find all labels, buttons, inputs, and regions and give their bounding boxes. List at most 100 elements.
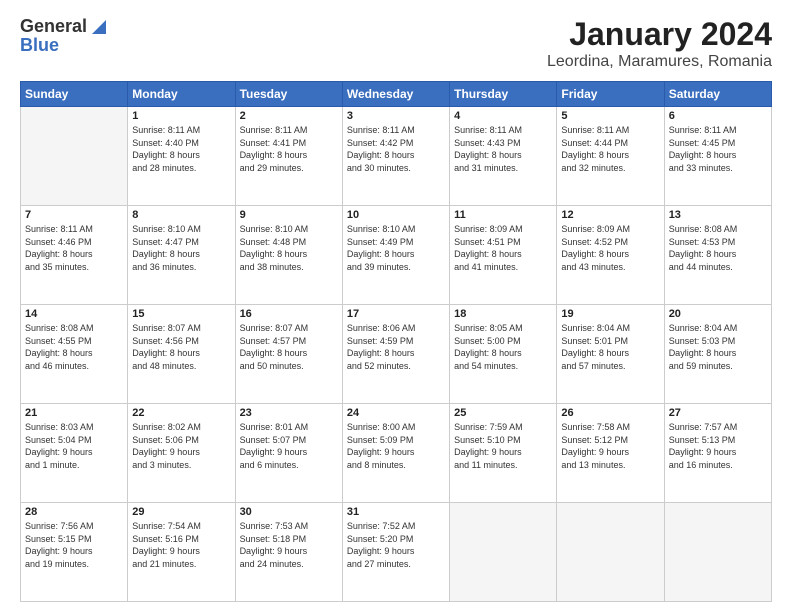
day-number: 8: [132, 209, 230, 221]
day-number: 4: [454, 110, 552, 122]
table-row: 2 Sunrise: 8:11 AM Sunset: 4:41 PM Daylig…: [235, 107, 342, 206]
day-number: 12: [561, 209, 659, 221]
day-info: Sunrise: 7:59 AM Sunset: 5:10 PM Dayligh…: [454, 421, 552, 471]
day-number: 16: [240, 308, 338, 320]
day-info: Sunrise: 8:02 AM Sunset: 5:06 PM Dayligh…: [132, 421, 230, 471]
day-number: 11: [454, 209, 552, 221]
table-row: [450, 503, 557, 602]
header: General Blue January 2024 Leordina, Mara…: [20, 16, 772, 71]
table-row: 13 Sunrise: 8:08 AM Sunset: 4:53 PM Dayli…: [664, 206, 771, 305]
table-row: 15 Sunrise: 8:07 AM Sunset: 4:56 PM Dayli…: [128, 305, 235, 404]
day-number: 30: [240, 506, 338, 518]
day-number: 23: [240, 407, 338, 419]
page: General Blue January 2024 Leordina, Mara…: [0, 0, 792, 612]
day-number: 2: [240, 110, 338, 122]
day-info: Sunrise: 7:56 AM Sunset: 5:15 PM Dayligh…: [25, 520, 123, 570]
day-number: 18: [454, 308, 552, 320]
day-number: 13: [669, 209, 767, 221]
day-number: 14: [25, 308, 123, 320]
table-row: 26Sunrise: 7:58 AM Sunset: 5:12 PM Dayli…: [557, 404, 664, 503]
table-row: 10 Sunrise: 8:10 AM Sunset: 4:49 PM Dayli…: [342, 206, 449, 305]
day-number: 1: [132, 110, 230, 122]
day-number: 22: [132, 407, 230, 419]
day-info: Sunrise: 8:10 AM Sunset: 4:48 PM Dayligh…: [240, 223, 338, 273]
day-info: Sunrise: 8:01 AM Sunset: 5:07 PM Dayligh…: [240, 421, 338, 471]
day-info: Sunrise: 7:52 AM Sunset: 5:20 PM Dayligh…: [347, 520, 445, 570]
day-info: Sunrise: 8:04 AM Sunset: 5:01 PM Dayligh…: [561, 322, 659, 372]
day-number: 17: [347, 308, 445, 320]
table-row: 18 Sunrise: 8:05 AM Sunset: 5:00 PM Dayli…: [450, 305, 557, 404]
day-info: Sunrise: 7:54 AM Sunset: 5:16 PM Dayligh…: [132, 520, 230, 570]
table-row: 11 Sunrise: 8:09 AM Sunset: 4:51 PM Dayli…: [450, 206, 557, 305]
day-number: 7: [25, 209, 123, 221]
table-row: 31 Sunrise: 7:52 AM Sunset: 5:20 PM Dayli…: [342, 503, 449, 602]
logo-triangle-icon: [88, 20, 106, 36]
table-row: 14 Sunrise: 8:08 AM Sunset: 4:55 PM Dayli…: [21, 305, 128, 404]
day-number: 21: [25, 407, 123, 419]
table-row: 3 Sunrise: 8:11 AM Sunset: 4:42 PM Daylig…: [342, 107, 449, 206]
day-number: 3: [347, 110, 445, 122]
col-wednesday: Wednesday: [342, 82, 449, 107]
table-row: 22 Sunrise: 8:02 AM Sunset: 5:06 PM Dayli…: [128, 404, 235, 503]
day-info: Sunrise: 8:07 AM Sunset: 4:57 PM Dayligh…: [240, 322, 338, 372]
day-info: Sunrise: 8:11 AM Sunset: 4:41 PM Dayligh…: [240, 124, 338, 174]
table-row: 8Sunrise: 8:10 AM Sunset: 4:47 PM Daylig…: [128, 206, 235, 305]
day-number: 6: [669, 110, 767, 122]
day-info: Sunrise: 7:53 AM Sunset: 5:18 PM Dayligh…: [240, 520, 338, 570]
day-number: 5: [561, 110, 659, 122]
table-row: 30 Sunrise: 7:53 AM Sunset: 5:18 PM Dayli…: [235, 503, 342, 602]
day-number: 31: [347, 506, 445, 518]
calendar-week-row: 14 Sunrise: 8:08 AM Sunset: 4:55 PM Dayli…: [21, 305, 772, 404]
table-row: 25 Sunrise: 7:59 AM Sunset: 5:10 PM Dayli…: [450, 404, 557, 503]
table-row: 19Sunrise: 8:04 AM Sunset: 5:01 PM Dayli…: [557, 305, 664, 404]
day-info: Sunrise: 8:11 AM Sunset: 4:46 PM Dayligh…: [25, 223, 123, 273]
table-row: 7 Sunrise: 8:11 AM Sunset: 4:46 PM Daylig…: [21, 206, 128, 305]
day-info: Sunrise: 8:03 AM Sunset: 5:04 PM Dayligh…: [25, 421, 123, 471]
table-row: 17 Sunrise: 8:06 AM Sunset: 4:59 PM Dayli…: [342, 305, 449, 404]
logo-blue-text: Blue: [20, 35, 59, 56]
day-info: Sunrise: 8:11 AM Sunset: 4:40 PM Dayligh…: [132, 124, 230, 174]
col-tuesday: Tuesday: [235, 82, 342, 107]
day-number: 9: [240, 209, 338, 221]
day-info: Sunrise: 8:05 AM Sunset: 5:00 PM Dayligh…: [454, 322, 552, 372]
day-info: Sunrise: 8:09 AM Sunset: 4:51 PM Dayligh…: [454, 223, 552, 273]
day-info: Sunrise: 8:08 AM Sunset: 4:55 PM Dayligh…: [25, 322, 123, 372]
calendar-week-row: 28Sunrise: 7:56 AM Sunset: 5:15 PM Dayli…: [21, 503, 772, 602]
table-row: 27 Sunrise: 7:57 AM Sunset: 5:13 PM Dayli…: [664, 404, 771, 503]
day-info: Sunrise: 8:11 AM Sunset: 4:43 PM Dayligh…: [454, 124, 552, 174]
table-row: 28Sunrise: 7:56 AM Sunset: 5:15 PM Dayli…: [21, 503, 128, 602]
day-number: 25: [454, 407, 552, 419]
day-number: 15: [132, 308, 230, 320]
table-row: 1 Sunrise: 8:11 AM Sunset: 4:40 PM Daylig…: [128, 107, 235, 206]
col-thursday: Thursday: [450, 82, 557, 107]
col-sunday: Sunday: [21, 82, 128, 107]
table-row: [21, 107, 128, 206]
day-info: Sunrise: 8:11 AM Sunset: 4:42 PM Dayligh…: [347, 124, 445, 174]
table-row: 9 Sunrise: 8:10 AM Sunset: 4:48 PM Daylig…: [235, 206, 342, 305]
title-block: January 2024 Leordina, Maramures, Romani…: [547, 16, 772, 71]
day-info: Sunrise: 8:08 AM Sunset: 4:53 PM Dayligh…: [669, 223, 767, 273]
day-number: 10: [347, 209, 445, 221]
calendar-title: January 2024: [547, 16, 772, 53]
day-info: Sunrise: 8:07 AM Sunset: 4:56 PM Dayligh…: [132, 322, 230, 372]
col-friday: Friday: [557, 82, 664, 107]
table-row: 16 Sunrise: 8:07 AM Sunset: 4:57 PM Dayli…: [235, 305, 342, 404]
day-info: Sunrise: 7:57 AM Sunset: 5:13 PM Dayligh…: [669, 421, 767, 471]
calendar-header-row: Sunday Monday Tuesday Wednesday Thursday…: [21, 82, 772, 107]
day-number: 24: [347, 407, 445, 419]
day-number: 27: [669, 407, 767, 419]
table-row: 24 Sunrise: 8:00 AM Sunset: 5:09 PM Dayli…: [342, 404, 449, 503]
calendar-table: Sunday Monday Tuesday Wednesday Thursday…: [20, 81, 772, 602]
calendar-week-row: 21 Sunrise: 8:03 AM Sunset: 5:04 PM Dayli…: [21, 404, 772, 503]
table-row: 5Sunrise: 8:11 AM Sunset: 4:44 PM Daylig…: [557, 107, 664, 206]
calendar-week-row: 1 Sunrise: 8:11 AM Sunset: 4:40 PM Daylig…: [21, 107, 772, 206]
logo-general-text: General: [20, 16, 87, 37]
table-row: [664, 503, 771, 602]
table-row: 21 Sunrise: 8:03 AM Sunset: 5:04 PM Dayli…: [21, 404, 128, 503]
day-info: Sunrise: 8:00 AM Sunset: 5:09 PM Dayligh…: [347, 421, 445, 471]
calendar-subtitle: Leordina, Maramures, Romania: [547, 53, 772, 71]
calendar-week-row: 7 Sunrise: 8:11 AM Sunset: 4:46 PM Daylig…: [21, 206, 772, 305]
day-info: Sunrise: 8:06 AM Sunset: 4:59 PM Dayligh…: [347, 322, 445, 372]
table-row: 29Sunrise: 7:54 AM Sunset: 5:16 PM Dayli…: [128, 503, 235, 602]
day-info: Sunrise: 8:10 AM Sunset: 4:49 PM Dayligh…: [347, 223, 445, 273]
